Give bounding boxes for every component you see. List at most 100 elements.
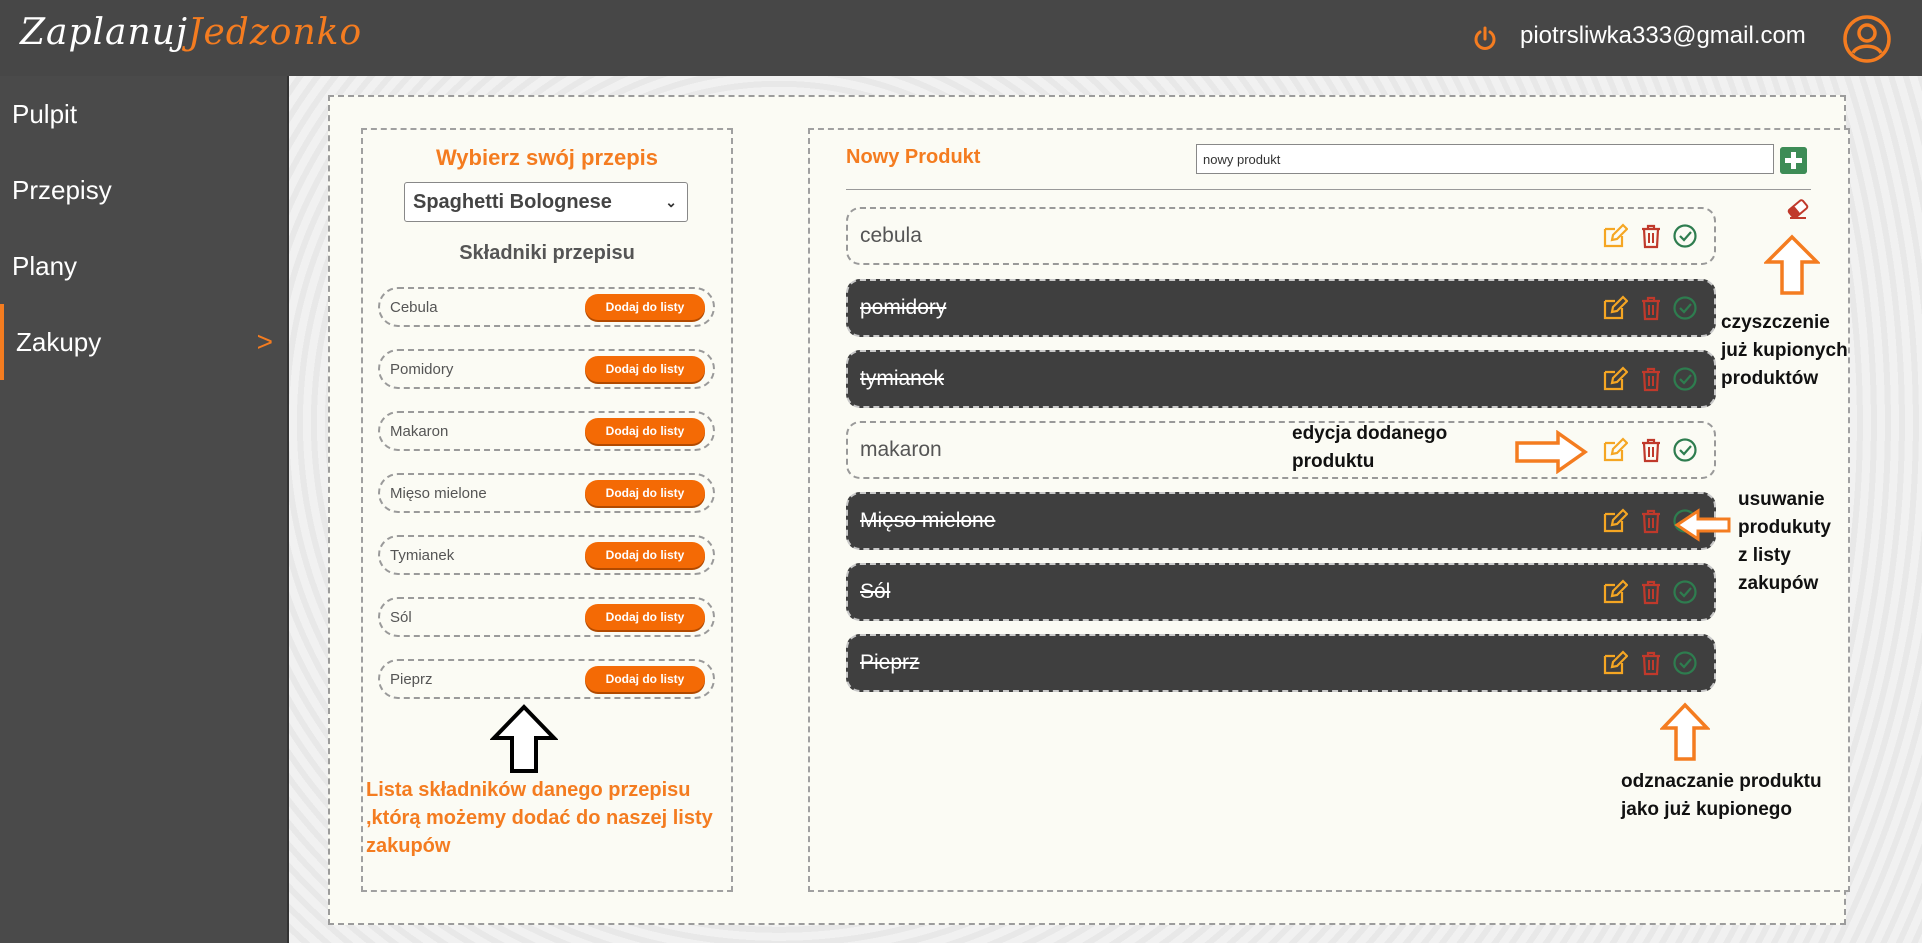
ingredient-label: Makaron [390, 423, 449, 440]
product-name: cebula [860, 224, 922, 247]
check-circle-icon[interactable] [1672, 437, 1698, 463]
annotation-line: jako już kupionego [1621, 799, 1793, 820]
trash-icon[interactable] [1638, 508, 1664, 534]
edit-icon[interactable] [1602, 650, 1628, 676]
add-to-list-button[interactable]: Dodaj do listy [585, 356, 705, 382]
ingredient-row: Pieprz Dodaj do listy [378, 659, 715, 699]
arrow-left-icon [1674, 508, 1731, 542]
ingredient-label: Pieprz [390, 671, 433, 688]
edit-icon[interactable] [1602, 437, 1628, 463]
logo-part1: Zaplanuj [20, 12, 189, 53]
product-name: pomidory [860, 296, 947, 319]
recipe-select[interactable]: Spaghetti Bolognese ⌄ [404, 182, 688, 222]
ingredient-row: Tymianek Dodaj do listy [378, 535, 715, 575]
product-row: Pieprz [846, 634, 1716, 692]
ingredients-annotation: Lista składników danego przepisu ,którą … [366, 776, 713, 860]
trash-icon[interactable] [1638, 650, 1664, 676]
product-row: pomidory [846, 279, 1716, 337]
ingredient-row: Cebula Dodaj do listy [378, 287, 715, 327]
new-product-label: Nowy Produkt [846, 146, 981, 168]
sidebar-item-label: Pulpit [12, 99, 78, 129]
top-bar: ZaplanujJedzonko piotrsliwka333@gmail.co… [0, 0, 1922, 76]
annotation-line: już kupionych [1721, 340, 1848, 361]
ingredient-label: Sól [390, 609, 412, 626]
check-circle-icon[interactable] [1672, 223, 1698, 249]
clear-annotation: czyszczenie już kupionych produktów [1721, 309, 1848, 393]
sidebar-item-pulpit[interactable]: Pulpit [0, 76, 287, 152]
annotation-line: z listy [1738, 545, 1791, 566]
check-circle-icon[interactable] [1672, 295, 1698, 321]
edit-icon[interactable] [1602, 366, 1628, 392]
ingredient-label: Pomidory [390, 361, 454, 378]
trash-icon[interactable] [1638, 295, 1664, 321]
trash-icon[interactable] [1638, 437, 1664, 463]
product-row: tymianek [846, 350, 1716, 408]
sidebar-item-zakupy[interactable]: Zakupy > [0, 304, 287, 380]
product-row: Mięso mielone [846, 492, 1716, 550]
annotation-line: ,którą możemy dodać do naszej listy [366, 807, 713, 829]
trash-icon[interactable] [1638, 579, 1664, 605]
ingredients-title: Składniki przepisu [459, 242, 635, 264]
annotation-line: produktów [1721, 368, 1819, 389]
annotation-line: zakupów [1738, 573, 1819, 594]
logo-part2: Jedzonko [188, 12, 363, 53]
check-circle-icon[interactable] [1672, 366, 1698, 392]
trash-icon[interactable] [1638, 223, 1664, 249]
annotation-line: produktu [1292, 451, 1375, 472]
add-to-list-button[interactable]: Dodaj do listy [585, 294, 705, 320]
new-product-input[interactable] [1196, 144, 1774, 174]
sidebar-item-label: Przepisy [12, 175, 112, 205]
edit-icon[interactable] [1602, 223, 1628, 249]
ingredient-row: Sól Dodaj do listy [378, 597, 715, 637]
chevron-down-icon: ⌄ [665, 194, 677, 210]
annotation-line: Lista składników danego przepisu [366, 779, 691, 801]
annotation-line: zakupów [366, 835, 451, 857]
annotation-line: odznaczanie produktu [1621, 771, 1822, 792]
add-to-list-button[interactable]: Dodaj do listy [585, 604, 705, 630]
eraser-icon[interactable] [1786, 198, 1810, 220]
annotation-line: edycja dodanego [1292, 423, 1448, 444]
check-circle-icon[interactable] [1672, 650, 1698, 676]
divider [846, 189, 1811, 190]
add-to-list-button[interactable]: Dodaj do listy [585, 418, 705, 444]
arrow-up-icon [490, 704, 558, 773]
ingredient-row: Mięso mielone Dodaj do listy [378, 473, 715, 513]
sidebar-item-label: Plany [12, 251, 78, 281]
annotation-line: usuwanie [1738, 489, 1825, 510]
add-to-list-button[interactable]: Dodaj do listy [585, 542, 705, 568]
edit-icon[interactable] [1602, 295, 1628, 321]
product-name: Sól [860, 580, 891, 603]
arrow-right-icon [1515, 430, 1588, 474]
sidebar-item-plany[interactable]: Plany [0, 228, 287, 304]
edit-icon[interactable] [1602, 579, 1628, 605]
product-row: Sól [846, 563, 1716, 621]
product-name: makaron [860, 438, 942, 461]
edit-annotation: edycja dodanego produktu [1292, 420, 1447, 476]
ingredient-label: Tymianek [390, 547, 455, 564]
user-email: piotrsliwka333@gmail.com [1520, 22, 1806, 49]
ingredient-label: Mięso mielone [390, 485, 487, 502]
ingredient-row: Pomidory Dodaj do listy [378, 349, 715, 389]
chevron-right-icon: > [256, 326, 273, 357]
arrow-up-icon [1764, 234, 1820, 295]
recipe-title: Wybierz swój przepis [435, 145, 659, 170]
annotation-line: produkuty [1738, 517, 1831, 538]
remove-annotation: usuwanie produkuty z listy zakupów [1738, 486, 1831, 598]
user-icon[interactable] [1842, 14, 1892, 64]
power-icon[interactable] [1472, 26, 1498, 52]
check-circle-icon[interactable] [1672, 579, 1698, 605]
edit-icon[interactable] [1602, 508, 1628, 534]
add-product-button[interactable] [1780, 147, 1807, 174]
mark-annotation: odznaczanie produktu jako już kupionego [1621, 768, 1822, 824]
sidebar-item-przepisy[interactable]: Przepisy [0, 152, 287, 228]
add-to-list-button[interactable]: Dodaj do listy [585, 480, 705, 506]
product-row: cebula [846, 207, 1716, 265]
sidebar-item-label: Zakupy [16, 327, 102, 357]
arrow-up-icon [1660, 702, 1710, 761]
ingredient-label: Cebula [390, 299, 438, 316]
product-name: Mięso mielone [860, 509, 996, 532]
add-to-list-button[interactable]: Dodaj do listy [585, 666, 705, 692]
app-logo[interactable]: ZaplanujJedzonko [20, 12, 362, 53]
product-name: tymianek [860, 367, 945, 390]
trash-icon[interactable] [1638, 366, 1664, 392]
